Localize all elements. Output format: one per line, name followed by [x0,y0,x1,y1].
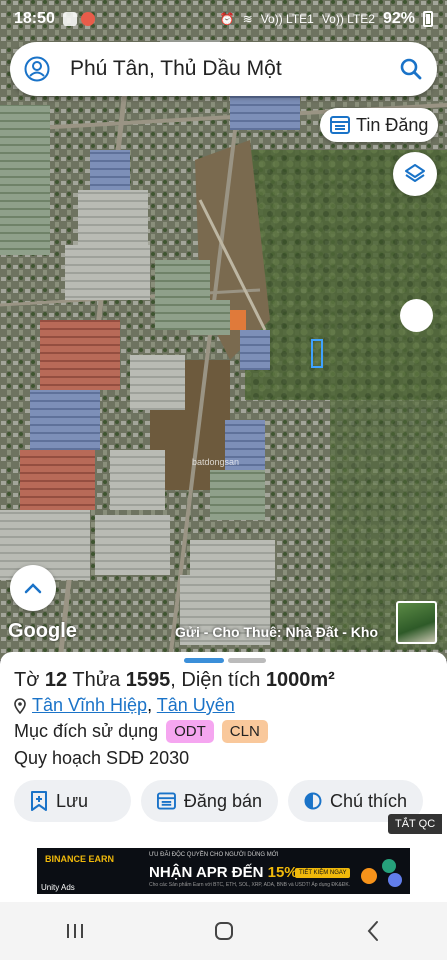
recent-apps-icon [66,924,83,938]
battery-level: 92% [382,10,415,27]
wifi-icon: ≋ [242,12,253,26]
ad-banner[interactable]: BINANCE EARN ƯU ĐÃI ĐỘC QUYỀN CHO NGƯỜI … [37,848,410,894]
land-plan-2030[interactable]: Quy hoạch SDĐ 2030 [14,748,189,769]
ward-link[interactable]: Tân Vĩnh Hiệp [32,695,147,715]
half-circle-icon [304,792,322,810]
floating-dot-button[interactable] [400,299,433,332]
area-value: 1000m² [265,669,335,691]
ad-fine-print: Cho các Sản phẩm Earn với BTC, ETH, SOL,… [149,882,351,888]
status-time: 18:50 [14,10,55,27]
satellite-map[interactable]: 18:50 ⏰ ≋ Vo)) LTE1 Vo)) LTE2 92% Phú Tâ… [0,0,447,660]
status-bar: 18:50 ⏰ ≋ Vo)) LTE1 Vo)) LTE2 92% [0,0,447,38]
bookmark-add-icon [31,791,47,811]
listing-icon [157,792,176,810]
home-button[interactable] [204,911,244,951]
purpose-label: Mục đích sử dụng [14,721,159,741]
gallery-icon [62,12,77,26]
close-ad-button[interactable]: TẮT QC [388,814,443,834]
layers-button[interactable] [393,152,437,196]
listings-label: Tin Đăng [356,114,429,135]
notification-icons [62,12,95,26]
ad-area[interactable]: BINANCE EARN ƯU ĐÃI ĐỘC QUYỀN CHO NGƯỜI … [0,840,447,902]
post-sale-label: Đăng bán [183,790,262,811]
expand-button[interactable] [10,565,56,611]
coin-icons [361,859,402,887]
ad-headline-b: 15% [267,864,298,881]
thua-label: Thửa [72,669,121,691]
listings-button[interactable]: Tin Đăng [320,108,439,142]
app-icon [80,12,95,26]
to-label: Tờ [14,669,40,691]
ad-headline: NHẬN APR ĐẾN 15% [149,864,298,881]
signal-lte1: Vo)) LTE1 [260,12,314,26]
parcel-title: Tờ 12 Thửa 1595, Diện tích 1000m² [14,669,335,692]
unity-ads-label: Unity Ads [41,883,75,892]
system-nav-bar [0,902,447,960]
action-bar: Lưu Đăng bán Chú thích [14,780,423,822]
handle-inactive [228,658,266,663]
search-icon[interactable] [399,57,423,81]
save-button[interactable]: Lưu [14,780,131,822]
ad-brand: BINANCE EARN [45,854,115,864]
tag-odt[interactable]: ODT [166,720,214,743]
search-input[interactable]: Phú Tân, Thủ Dầu Một [70,57,399,81]
account-icon[interactable] [24,56,50,82]
map-ad-caption[interactable]: Gửi - Cho Thuê: Nhà Đất - Kho [175,624,378,640]
chevron-up-icon [24,583,42,594]
back-icon [367,921,378,941]
tag-cln[interactable]: CLN [221,720,268,743]
post-sale-button[interactable]: Đăng bán [141,780,278,822]
recent-apps-button[interactable] [55,911,95,951]
sheet-handle[interactable] [184,658,266,663]
area-label: , Diện tích [170,669,261,691]
alarm-icon: ⏰ [219,12,235,26]
parcel-location: Tân Vĩnh Hiệp, Tân Uyên [14,695,235,716]
listing-icon [330,116,350,134]
land-use-purpose: Mục đích sử dụng ODT CLN [14,720,268,743]
save-label: Lưu [56,790,89,811]
location-pin-icon [14,697,26,714]
back-button[interactable] [353,911,393,951]
signal-lte2: Vo)) LTE2 [321,12,375,26]
home-icon [214,922,233,940]
ad-thumbnail[interactable] [396,601,437,644]
search-bar[interactable]: Phú Tân, Thủ Dầu Một [10,42,437,96]
location-separator: , [147,695,153,715]
to-value: 12 [44,669,68,691]
layers-icon [405,164,425,182]
map-watermark: batdongsan [192,457,240,467]
ad-headline-a: NHẬN APR ĐẾN [149,864,268,881]
battery-icon [423,11,433,27]
satellite-imagery [0,0,447,660]
ad-cta-button[interactable]: TIẾT KIỆM NGAY [295,868,351,878]
legend-label: Chú thích [329,790,407,811]
thua-value: 1595 [125,669,171,691]
ad-subtitle: ƯU ĐÃI ĐỘC QUYỀN CHO NGƯỜI DÙNG MỚI [149,852,279,858]
district-link[interactable]: Tân Uyên [157,695,235,715]
handle-active [184,658,224,663]
google-logo: Google [8,620,77,642]
parcel-sheet[interactable]: Tờ 12 Thửa 1595, Diện tích 1000m² Tân Vĩ… [0,652,447,840]
